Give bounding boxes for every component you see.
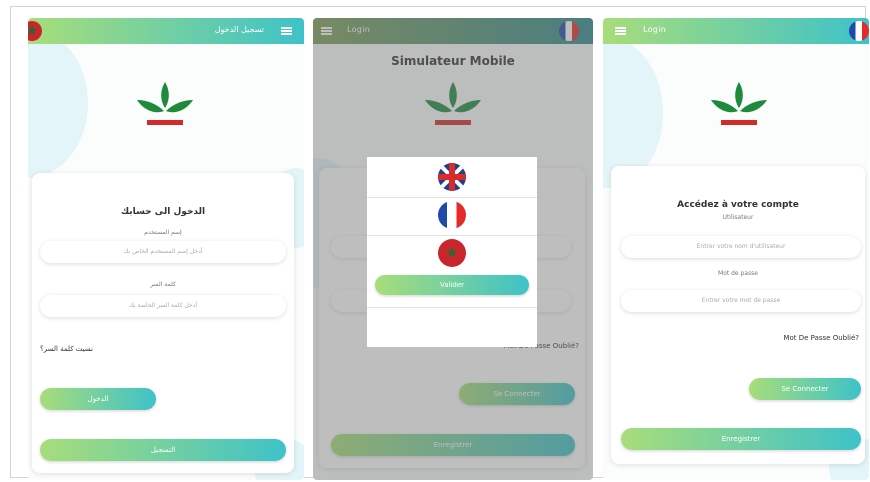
- top-bar: تسجيل الدخول: [28, 18, 304, 44]
- login-button[interactable]: Se Connecter: [749, 378, 861, 400]
- menu-icon[interactable]: [615, 27, 626, 35]
- menu-icon[interactable]: [281, 27, 292, 35]
- password-label: كلمة السر: [150, 281, 176, 288]
- morocco-flag-icon[interactable]: [28, 21, 42, 41]
- register-button[interactable]: Enregistrer: [621, 428, 861, 450]
- french-login-screen: Login Accédez à votre compte Utilisateur…: [603, 18, 869, 480]
- register-button[interactable]: التسجيل: [40, 439, 286, 461]
- france-flag-icon[interactable]: [438, 201, 466, 229]
- validate-button[interactable]: Valider: [375, 275, 529, 295]
- username-input[interactable]: Entrer votre nom d'utilisateur: [621, 236, 861, 258]
- password-input[interactable]: Entrer votre mot de passe: [621, 290, 861, 312]
- username-label: Utilisateur: [722, 214, 754, 221]
- app-logo-icon: [711, 82, 767, 125]
- login-button[interactable]: الدخول: [40, 388, 156, 410]
- password-input[interactable]: أدخل كلمة السر الخاصة بك: [40, 295, 286, 317]
- app-logo-icon: [137, 82, 193, 125]
- language-select-screen: Login Simulateur Mobile Mot De Passe Oub…: [313, 18, 593, 480]
- username-input[interactable]: أدخل إسم المستخدم الخاص بك: [40, 241, 286, 263]
- password-label: Mot de passe: [718, 270, 758, 277]
- top-bar-title: تسجيل الدخول: [214, 25, 264, 34]
- background-bubble: [28, 28, 88, 178]
- language-modal: Valider: [367, 157, 537, 347]
- card-heading: الدخول الى حسابك: [120, 207, 206, 217]
- forgot-password-link[interactable]: نسيت كلمة السر؟: [40, 345, 93, 353]
- arabic-login-screen: تسجيل الدخول الدخول الى حسابك إسم المستخ…: [28, 18, 304, 480]
- top-bar-title: Login: [643, 25, 667, 34]
- forgot-password-link[interactable]: Mot De Passe Oublié?: [783, 334, 859, 342]
- divider: [367, 307, 537, 308]
- divider: [367, 197, 537, 198]
- card-heading: Accédez à votre compte: [677, 200, 799, 210]
- top-bar: Login: [603, 18, 869, 44]
- divider: [367, 235, 537, 236]
- morocco-flag-icon[interactable]: [438, 239, 466, 267]
- uk-flag-icon[interactable]: [438, 163, 466, 191]
- login-card: Accédez à votre compte Utilisateur Entre…: [611, 166, 865, 464]
- username-label: إسم المستخدم: [144, 229, 182, 236]
- france-flag-icon[interactable]: [849, 21, 869, 41]
- login-card: الدخول الى حسابك إسم المستخدم أدخل إسم ا…: [32, 173, 294, 473]
